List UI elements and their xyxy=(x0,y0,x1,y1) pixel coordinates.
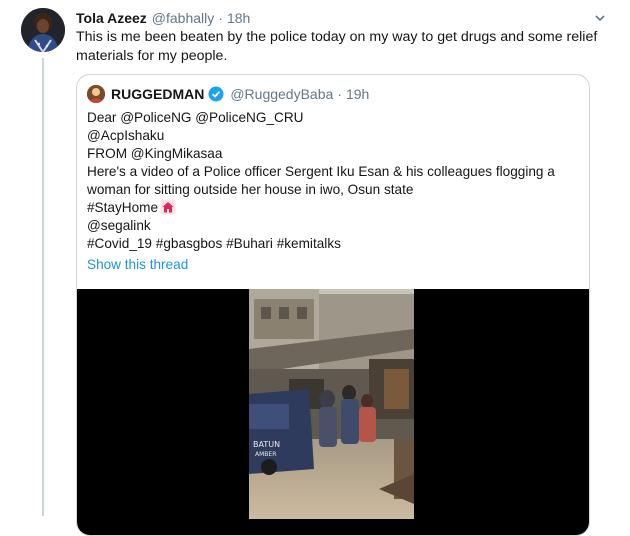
quoted-tweet-text: Dear @PoliceNG @PoliceNG_CRU @AcpIshaku … xyxy=(87,109,579,253)
quoted-line: FROM @KingMikasaa xyxy=(87,146,223,161)
author-name[interactable]: Tola Azeez xyxy=(76,8,147,28)
author-handle[interactable]: @fabhally xyxy=(152,8,214,28)
quoted-line: woman for sitting outside her house in i… xyxy=(87,182,414,197)
show-thread-link[interactable]: Show this thread xyxy=(87,256,579,274)
tweet-text: This is me been beaten by the police tod… xyxy=(76,29,598,64)
separator-dot: · xyxy=(218,10,223,26)
avatar[interactable] xyxy=(21,8,65,52)
avatar-image xyxy=(21,8,65,52)
quoted-line: Here's a video of a Police officer Serge… xyxy=(87,164,555,179)
stayhome-hashtag[interactable]: #StayHome xyxy=(87,200,158,215)
svg-text:AMBER: AMBER xyxy=(255,451,276,458)
tweet-header: Tola Azeez @fabhally · 18h xyxy=(76,8,616,28)
quoted-line: #Covid_19 #gbasgbos #Buhari #kemitalks xyxy=(87,236,341,251)
quoted-tweet[interactable]: RUGGEDMAN @RuggedyBaba · 19h Dear @Polic… xyxy=(76,74,590,536)
hashtag-line: #StayHome xyxy=(87,199,579,217)
tweet-timestamp[interactable]: 18h xyxy=(227,8,250,28)
quoted-tweet-header: RUGGEDMAN @RuggedyBaba · 19h xyxy=(87,84,579,104)
quoted-author-name[interactable]: RUGGEDMAN xyxy=(111,84,204,104)
quoted-author-handle[interactable]: @RuggedyBaba xyxy=(230,84,333,104)
frame-edge xyxy=(0,0,5,516)
video-frame: BATUN AMBER xyxy=(249,289,414,519)
quoted-line: @segalink xyxy=(87,218,151,233)
svg-text:BATUN: BATUN xyxy=(253,440,280,449)
quoted-line: Dear @PoliceNG @PoliceNG_CRU xyxy=(87,110,304,125)
thread-connector-line xyxy=(42,58,44,516)
house-icon xyxy=(160,199,176,215)
chevron-down-icon[interactable] xyxy=(592,10,608,26)
tweet[interactable]: Tola Azeez @fabhally · 18h This is me be… xyxy=(76,8,616,66)
quoted-separator-dot: · xyxy=(337,86,342,102)
verified-badge-icon xyxy=(208,86,224,102)
quoted-timestamp[interactable]: 19h xyxy=(346,84,369,104)
quoted-line: @AcpIshaku xyxy=(87,128,165,143)
quoted-avatar xyxy=(87,85,105,103)
video-player[interactable]: BATUN AMBER xyxy=(77,289,589,535)
